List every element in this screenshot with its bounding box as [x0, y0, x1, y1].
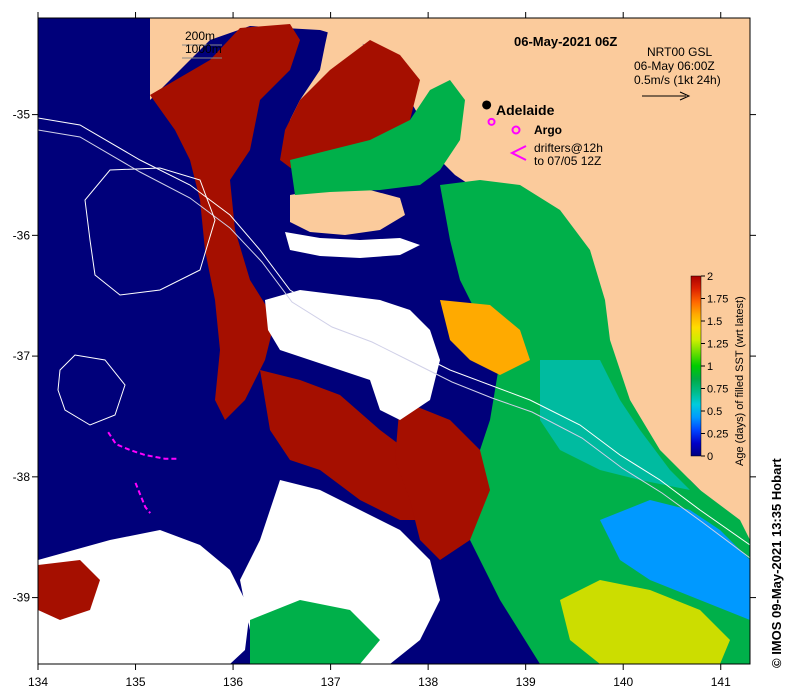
x-tick-label: 135 [126, 675, 146, 689]
city-label: Adelaide [496, 102, 555, 118]
colorbar-tick-label: 0.25 [707, 429, 728, 441]
colorbar-tick-label: 1.75 [707, 294, 728, 306]
map-title: 06-May-2021 06Z [514, 34, 617, 49]
colorbar-label: Age (days) of filled SST (wrt latest) [734, 296, 746, 466]
x-tick-label: 138 [418, 675, 438, 689]
y-tick-label: -37 [13, 349, 31, 363]
x-tick-label: 139 [516, 675, 536, 689]
drifter-legend-line2: to 07/05 12Z [534, 154, 601, 168]
depth-legend-200m: 200m [185, 29, 215, 43]
colorbar-tick-label: 0.75 [707, 384, 728, 396]
colorbar-bar [690, 275, 702, 457]
city-marker-adelaide [482, 100, 492, 110]
city-markers [482, 100, 492, 110]
y-tick-label: -39 [13, 591, 31, 605]
y-tick-label: -38 [13, 470, 31, 484]
colorbar-tick-label: 1.25 [707, 339, 728, 351]
credit-text: © IMOS 09-May-2021 13:35 Hobart [769, 458, 784, 668]
current-info-scale: 0.5m/s (1kt 24h) [634, 73, 721, 87]
colorbar-tick-label: 2 [707, 271, 713, 283]
depth-legend-1000m: 1000m [185, 42, 222, 56]
colorbar-tick-label: 0 [707, 451, 713, 463]
y-tick-label: -36 [13, 228, 31, 242]
y-tick-label: -35 [13, 108, 31, 122]
x-tick-label: 140 [613, 675, 633, 689]
current-info-time: 06-May 06:00Z [634, 59, 715, 73]
x-tick-label: 134 [28, 675, 48, 689]
colorbar-tick-label: 1.5 [707, 316, 722, 328]
argo-legend-label: Argo [534, 123, 562, 137]
x-tick-label: 137 [321, 675, 341, 689]
sst-age-map: 134 135 136 137 138 139 140 141 -35 -36 -37 -38 -39… [13, 12, 784, 689]
colorbar-tick-label: 1 [707, 361, 713, 373]
current-info-source: NRT00 GSL [647, 45, 712, 59]
drifter-legend-line1: drifters@12h [534, 141, 603, 155]
x-tick-label: 136 [223, 675, 243, 689]
colorbar-tick-label: 0.5 [707, 406, 722, 418]
x-tick-label: 141 [711, 675, 731, 689]
